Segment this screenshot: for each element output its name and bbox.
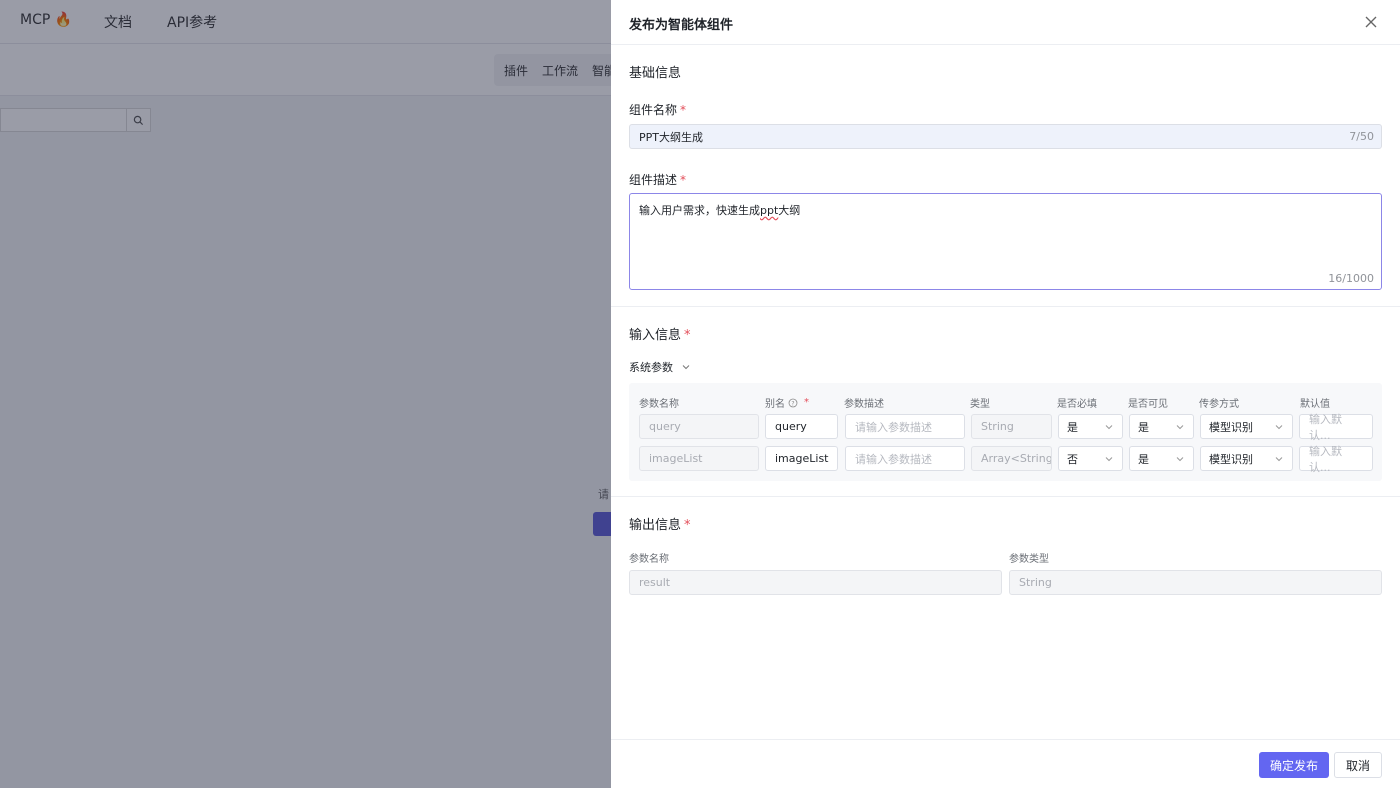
col-param-name: 参数名称 bbox=[639, 399, 679, 410]
chevron-down-icon bbox=[1105, 424, 1113, 429]
col-type: 类型 bbox=[970, 399, 990, 410]
param-alias-input[interactable]: query bbox=[765, 414, 838, 439]
chevron-down-icon bbox=[1176, 456, 1184, 461]
required-select[interactable]: 是 bbox=[1058, 414, 1123, 439]
param-alias-input[interactable]: imageList bbox=[765, 446, 838, 471]
required-mark: * bbox=[680, 173, 687, 187]
desc-text-suffix: 大纲 bbox=[778, 204, 801, 217]
param-type-value: String bbox=[981, 420, 1014, 433]
section-divider bbox=[611, 496, 1400, 497]
drawer-header: 发布为智能体组件 bbox=[611, 0, 1400, 45]
chevron-down-icon bbox=[1275, 456, 1283, 461]
required-mark: * bbox=[684, 328, 691, 343]
required-mark: * bbox=[804, 397, 809, 408]
pass-mode-value: 模型识别 bbox=[1209, 452, 1253, 466]
visible-select[interactable]: 是 bbox=[1129, 446, 1194, 471]
component-desc-counter: 16/1000 bbox=[1328, 272, 1374, 285]
required-value: 是 bbox=[1067, 420, 1078, 434]
pass-mode-select[interactable]: 模型识别 bbox=[1200, 414, 1293, 439]
col-visible: 是否可见 bbox=[1128, 399, 1168, 410]
chevron-down-icon bbox=[1275, 424, 1283, 429]
param-type-field: String bbox=[971, 414, 1052, 439]
chevron-down-icon bbox=[1176, 424, 1184, 429]
output-col-param-name: 参数名称 bbox=[629, 554, 669, 565]
component-desc-label-text: 组件描述 bbox=[629, 173, 678, 187]
col-alias: 别名 ? * bbox=[765, 395, 809, 410]
col-pass-mode: 传参方式 bbox=[1199, 399, 1239, 410]
param-desc-placeholder: 请输入参数描述 bbox=[855, 420, 932, 434]
param-name-field: imageList bbox=[639, 446, 759, 471]
required-mark: * bbox=[680, 103, 687, 117]
output-param-name-value: result bbox=[639, 576, 671, 589]
param-desc-input[interactable]: 请输入参数描述 bbox=[845, 446, 965, 471]
svg-text:?: ? bbox=[791, 400, 794, 407]
default-value-input[interactable]: 输入默认... bbox=[1299, 445, 1373, 474]
visible-select[interactable]: 是 bbox=[1129, 414, 1194, 439]
input-info-title-text: 输入信息 bbox=[629, 328, 682, 343]
publish-drawer: 发布为智能体组件 基础信息 组件名称 * PPT大纲生成 7/50 组件描述 * 输… bbox=[611, 0, 1400, 788]
param-type-field: Array<String bbox=[971, 446, 1052, 471]
system-params-table: 参数名称 别名 ? * 参数描述 类型 是否必填 是否可见 传参方式 默认值 q… bbox=[629, 383, 1382, 481]
chevron-down-icon bbox=[682, 365, 690, 370]
param-type-value: Array<String bbox=[981, 452, 1052, 465]
visible-value: 是 bbox=[1138, 452, 1149, 466]
output-param-type-value: String bbox=[1019, 576, 1052, 589]
desc-text-spellcheck: ppt bbox=[760, 204, 779, 217]
visible-value: 是 bbox=[1138, 420, 1149, 434]
default-value-placeholder: 输入默认... bbox=[1309, 444, 1342, 474]
col-param-desc: 参数描述 bbox=[844, 399, 884, 410]
component-name-value: PPT大纲生成 bbox=[639, 130, 703, 144]
component-name-label: 组件名称 * bbox=[629, 101, 686, 118]
system-params-toggle[interactable]: 系统参数 bbox=[629, 359, 691, 375]
required-mark: * bbox=[684, 518, 691, 533]
drawer-footer: 确定发布 取消 bbox=[611, 739, 1400, 788]
input-info-title: 输入信息 * bbox=[629, 324, 691, 343]
output-param-name-field: result bbox=[629, 570, 1002, 595]
pass-mode-value: 模型识别 bbox=[1209, 420, 1253, 434]
param-name-field: query bbox=[639, 414, 759, 439]
default-value-input[interactable]: 输入默认... bbox=[1299, 413, 1373, 442]
default-value-placeholder: 输入默认... bbox=[1309, 412, 1342, 442]
output-info-title: 输出信息 * bbox=[629, 514, 691, 533]
output-param-type-field: String bbox=[1009, 570, 1382, 595]
basic-info-title: 基础信息 bbox=[629, 66, 682, 81]
component-name-input[interactable]: PPT大纲生成 bbox=[629, 124, 1382, 149]
cancel-button[interactable]: 取消 bbox=[1334, 752, 1382, 778]
component-desc-textarea[interactable]: 输入用户需求，快速生成ppt大纲 bbox=[629, 193, 1382, 290]
param-name-value: imageList bbox=[649, 452, 703, 465]
col-required: 是否必填 bbox=[1057, 399, 1097, 410]
close-icon[interactable] bbox=[1362, 13, 1380, 31]
desc-text-prefix: 输入用户需求，快速生成 bbox=[639, 204, 760, 217]
chevron-down-icon bbox=[1105, 456, 1113, 461]
required-select[interactable]: 否 bbox=[1058, 446, 1123, 471]
pass-mode-select[interactable]: 模型识别 bbox=[1200, 446, 1293, 471]
col-default: 默认值 bbox=[1300, 399, 1330, 410]
col-alias-text: 别名 bbox=[765, 399, 785, 410]
param-desc-input[interactable]: 请输入参数描述 bbox=[845, 414, 965, 439]
required-value: 否 bbox=[1067, 452, 1078, 466]
help-icon[interactable]: ? bbox=[788, 398, 798, 408]
confirm-publish-button[interactable]: 确定发布 bbox=[1259, 752, 1329, 778]
param-alias-value: query bbox=[775, 420, 807, 433]
drawer-title: 发布为智能体组件 bbox=[629, 18, 734, 33]
param-name-value: query bbox=[649, 420, 681, 433]
system-params-label: 系统参数 bbox=[629, 361, 673, 374]
component-desc-label: 组件描述 * bbox=[629, 171, 686, 188]
component-name-label-text: 组件名称 bbox=[629, 103, 678, 117]
output-col-param-type: 参数类型 bbox=[1009, 554, 1049, 565]
component-name-counter: 7/50 bbox=[1349, 130, 1374, 143]
param-desc-placeholder: 请输入参数描述 bbox=[855, 452, 932, 466]
param-alias-value: imageList bbox=[775, 452, 829, 465]
section-divider bbox=[611, 306, 1400, 307]
output-info-title-text: 输出信息 bbox=[629, 518, 682, 533]
